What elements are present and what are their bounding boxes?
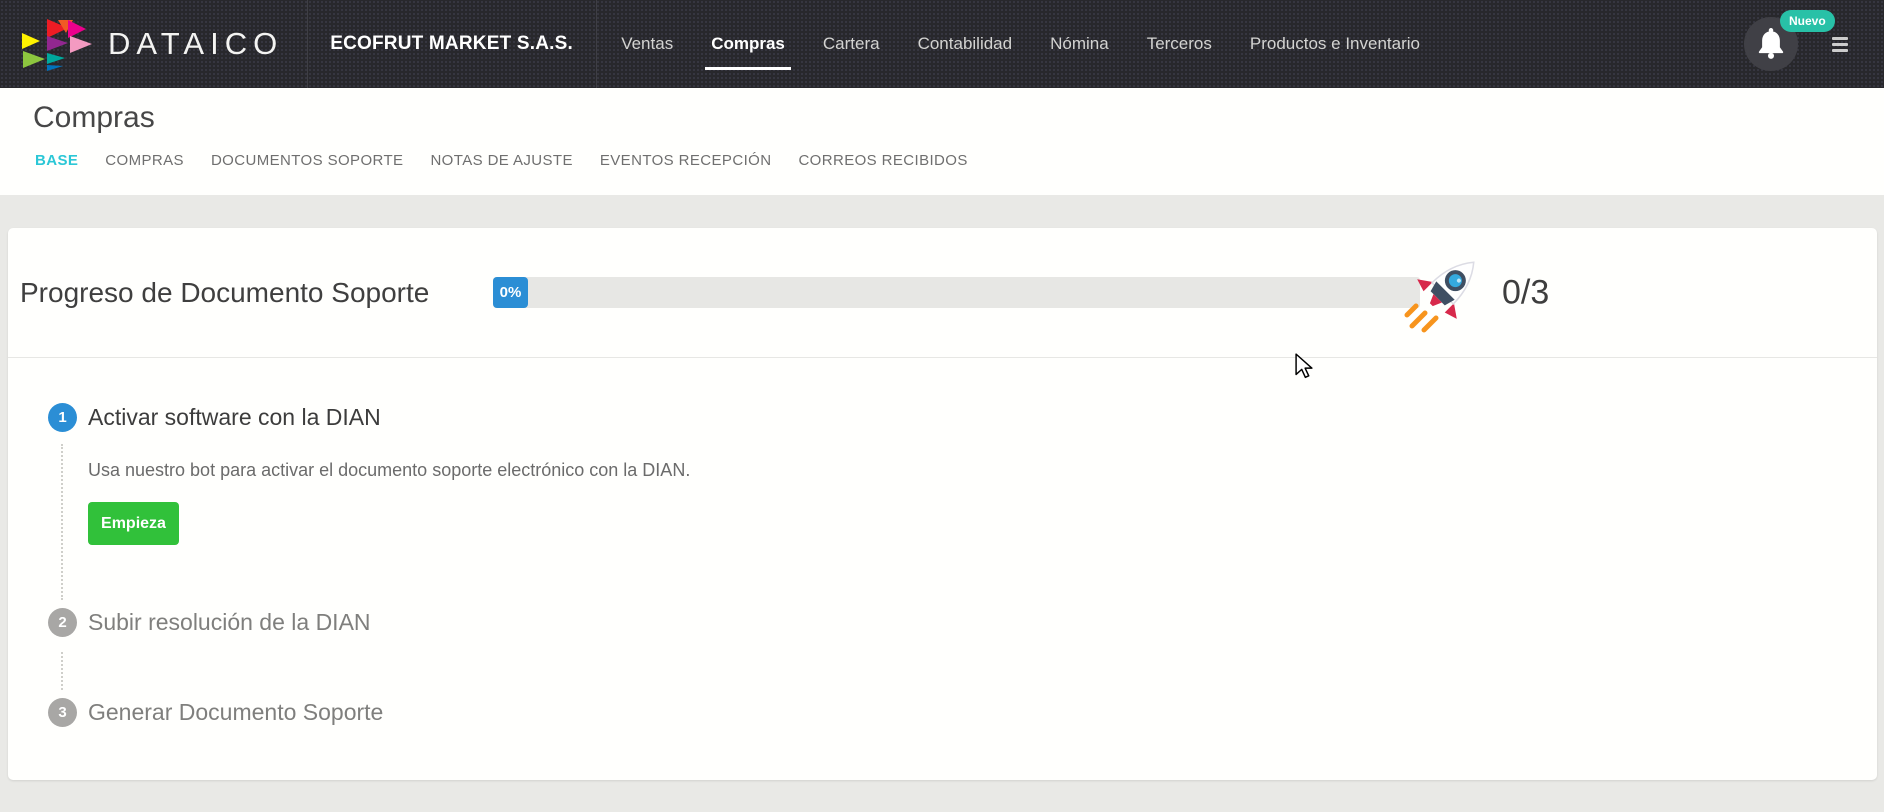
step-1-description: Usa nuestro bot para activar el document… <box>88 460 691 480</box>
progress-section: Progreso de Documento Soporte 0% 0/3 <box>8 228 1877 358</box>
nav-item-cartera[interactable]: Cartera <box>823 0 880 88</box>
rocket-icon <box>1404 261 1475 333</box>
tab-notas-de-ajuste[interactable]: NOTAS DE AJUSTE <box>430 152 572 169</box>
main-nav: Ventas Compras Cartera Contabilidad Nómi… <box>621 0 1420 88</box>
step-3-title: Generar Documento Soporte <box>88 699 384 725</box>
nav-item-productos-inventario[interactable]: Productos e Inventario <box>1250 0 1420 88</box>
brand-name: DATAICO <box>108 26 284 61</box>
nav-item-nomina[interactable]: Nómina <box>1050 0 1109 88</box>
tab-compras[interactable]: COMPRAS <box>105 152 184 169</box>
tab-eventos-recepcion[interactable]: EVENTOS RECEPCIÓN <box>600 152 772 169</box>
tab-correos-recibidos[interactable]: CORREOS RECIBIDOS <box>798 152 967 169</box>
progress-count: 0/3 <box>1502 273 1550 311</box>
step-1-circle: 1 <box>48 403 77 432</box>
company-name[interactable]: ECOFRUT MARKET S.A.S. <box>308 0 596 88</box>
brand[interactable]: DATAICO <box>0 0 307 88</box>
step-connector <box>61 652 63 690</box>
tab-base[interactable]: BASE <box>35 152 78 169</box>
step-2-title: Subir resolución de la DIAN <box>88 609 371 635</box>
step-3-circle: 3 <box>48 698 77 727</box>
top-navbar: DATAICO ECOFRUT MARKET S.A.S. Ventas Com… <box>0 0 1884 88</box>
step-1-title: Activar software con la DIAN <box>88 404 381 430</box>
nav-item-compras[interactable]: Compras <box>705 0 791 88</box>
navbar-right: Nuevo <box>1744 0 1884 88</box>
tab-documentos-soporte[interactable]: DOCUMENTOS SOPORTE <box>211 152 404 169</box>
notifications-button[interactable]: Nuevo <box>1744 10 1835 71</box>
step-connector <box>61 444 63 600</box>
page-title: Compras <box>33 101 155 134</box>
dataico-logo-icon <box>22 19 92 71</box>
nav-item-contabilidad[interactable]: Contabilidad <box>918 0 1013 88</box>
progress-bar: 0% <box>493 277 1420 308</box>
progress-card: Progreso de Documento Soporte 0% 0/3 1 A… <box>8 228 1877 780</box>
step-2-circle: 2 <box>48 608 77 637</box>
navbar-divider <box>596 0 598 88</box>
section-tabs: BASE COMPRAS DOCUMENTOS SOPORTE NOTAS DE… <box>35 152 1884 169</box>
progress-title: Progreso de Documento Soporte <box>20 276 430 308</box>
new-notification-badge[interactable]: Nuevo <box>1780 10 1835 32</box>
progress-percent-badge: 0% <box>493 277 528 308</box>
empieza-button[interactable]: Empieza <box>88 502 179 545</box>
compras-page: { "navbar": { "brand": "DATAICO", "compa… <box>0 0 1884 812</box>
page-header: Compras BASE COMPRAS DOCUMENTOS SOPORTE … <box>0 88 1884 195</box>
nav-item-terceros[interactable]: Terceros <box>1147 0 1212 88</box>
hamburger-menu-icon[interactable] <box>1832 36 1848 52</box>
bell-icon <box>1758 28 1784 59</box>
nav-item-ventas[interactable]: Ventas <box>621 0 673 88</box>
